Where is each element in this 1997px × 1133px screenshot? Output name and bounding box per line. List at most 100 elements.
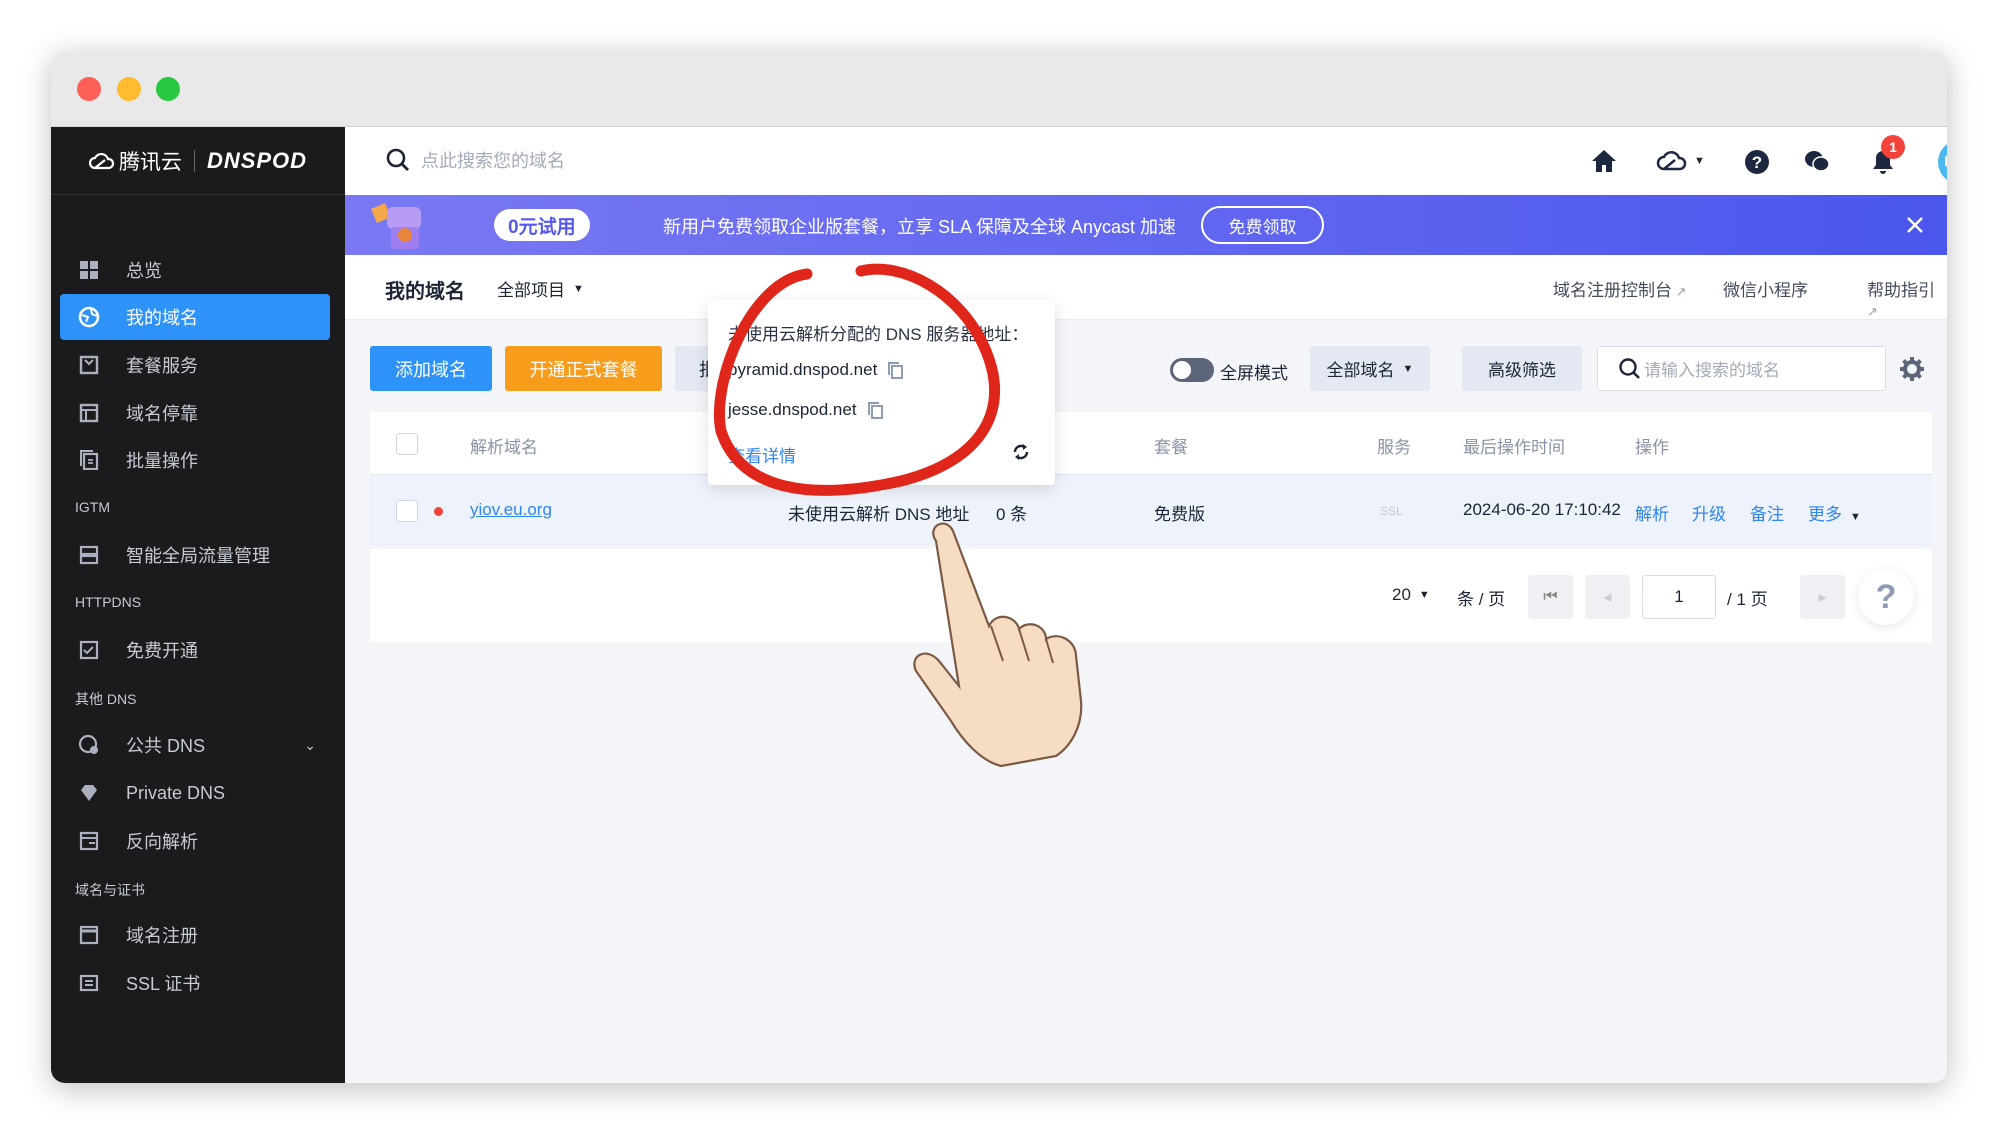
action-more[interactable]: 更多 ▼ — [1808, 500, 1861, 525]
sidebar-item-label: 免费开通 — [126, 641, 198, 661]
copy-icon[interactable] — [887, 361, 904, 379]
external-link-icon: ↗ — [1867, 304, 1878, 319]
globe-icon — [78, 306, 100, 328]
add-domain-button[interactable]: 添加域名 — [370, 346, 492, 391]
open-plan-button[interactable]: 开通正式套餐 — [505, 346, 662, 391]
sidebar: 腾讯云 DNSPOD 总览 我的域名 套餐服务 域名停靠 批量操作 IGTM 智… — [51, 127, 345, 1083]
popover-arrow — [873, 484, 891, 493]
copy-stack-icon — [78, 449, 100, 471]
last-op-time: 2024-06-20 17:10:42 — [1463, 500, 1621, 519]
window-icon — [78, 402, 100, 424]
view-details-link[interactable]: 查看详情 — [728, 442, 796, 467]
sidebar-item-igtm[interactable]: 智能全局流量管理 — [60, 532, 330, 578]
action-remark[interactable]: 备注 — [1750, 500, 1784, 525]
action-resolve[interactable]: 解析 — [1635, 500, 1669, 525]
sidebar-item-private-dns[interactable]: Private DNS — [60, 770, 330, 816]
search-icon — [386, 148, 409, 171]
page-input[interactable]: 1 — [1642, 575, 1716, 619]
copy-icon[interactable] — [867, 401, 883, 419]
server-icon — [78, 544, 100, 566]
sidebar-item-parking[interactable]: 域名停靠 — [60, 390, 330, 436]
sidebar-item-label: 套餐服务 — [126, 356, 198, 376]
fullscreen-toggle[interactable] — [1170, 358, 1214, 382]
project-filter-label: 全部项目 — [497, 281, 565, 300]
close-icon[interactable] — [1907, 217, 1923, 233]
status-dot — [434, 507, 443, 516]
refresh-icon[interactable] — [1012, 442, 1030, 462]
checkbox-window-icon — [78, 639, 100, 661]
header-actions: 操作 — [1635, 438, 1669, 457]
page-size-dropdown[interactable]: 20 ▼ — [1392, 585, 1430, 605]
domain-link[interactable]: yiov.eu.org — [470, 500, 552, 520]
avatar[interactable] — [1938, 140, 1947, 184]
global-search[interactable]: 点此搜索您的域名 — [385, 147, 565, 173]
sidebar-item-label: 域名注册 — [126, 926, 198, 946]
sidebar-item-public-dns[interactable]: 公共 DNS ⌄ — [60, 722, 330, 768]
ssl-service-badge[interactable]: SSL — [1380, 504, 1403, 518]
home-icon[interactable] — [1591, 149, 1617, 173]
header-plan: 套餐 — [1154, 438, 1188, 457]
pagination: 20 ▼ 条 / 页 ⏮ ◂ 1 / 1 页 ▸ ? — [370, 549, 1932, 642]
top-bar: 点此搜索您的域名 ▼ ? 1 — [345, 127, 1947, 195]
sidebar-item-free-activate[interactable]: 免费开通 — [60, 627, 330, 673]
link-label: 域名注册控制台 — [1553, 281, 1672, 300]
sidebar-item-reverse[interactable]: 反向解析 — [60, 818, 330, 864]
section-igtm: IGTM — [75, 499, 110, 515]
promo-banner: 0元试用 新用户免费领取企业版套餐，立享 SLA 保障及全球 Anycast 加… — [345, 195, 1947, 255]
chevron-down-icon: ⌄ — [304, 736, 316, 753]
project-filter-dropdown[interactable]: 全部项目 ▼ — [497, 276, 584, 301]
logo-cn: 腾讯云 — [118, 150, 182, 174]
dns-server-name: pyramid.dnspod.net — [728, 360, 878, 379]
sidebar-item-label: 公共 DNS — [126, 736, 206, 756]
prev-page-button[interactable]: ◂ — [1585, 575, 1630, 619]
link-help-guide[interactable]: 帮助指引 ↗ — [1867, 276, 1947, 321]
cloud-menu[interactable]: ▼ — [1656, 149, 1705, 173]
sidebar-item-overview[interactable]: 总览 — [60, 247, 330, 293]
sidebar-item-label: 智能全局流量管理 — [126, 546, 270, 566]
sidebar-item-my-domains[interactable]: 我的域名 — [60, 294, 330, 340]
total-pages-label: / 1 页 — [1727, 590, 1768, 609]
row-checkbox[interactable] — [396, 500, 418, 522]
wechat-icon[interactable] — [1804, 150, 1830, 172]
tencent-cloud-icon — [88, 152, 115, 169]
help-icon[interactable]: ? — [1745, 150, 1769, 174]
advanced-filter-button[interactable]: 高级筛选 — [1462, 346, 1582, 391]
link-registrar-console[interactable]: 域名注册控制台 ↗ — [1553, 276, 1687, 301]
sidebar-item-label: 批量操作 — [126, 451, 198, 471]
claim-button[interactable]: 免费领取 — [1201, 206, 1324, 244]
sidebar-item-domain-register[interactable]: 域名注册 — [60, 912, 330, 958]
sidebar-item-label: 我的域名 — [126, 308, 198, 328]
domain-filter-label: 全部域名 — [1326, 361, 1395, 380]
diamond-icon — [78, 782, 100, 804]
notification-badge: 1 — [1881, 135, 1905, 159]
settings-gear-icon[interactable] — [1899, 356, 1925, 382]
pointing-hand-icon — [913, 522, 1083, 768]
next-page-button[interactable]: ▸ — [1800, 575, 1845, 619]
section-other-dns: 其他 DNS — [75, 691, 137, 707]
close-window-button[interactable] — [77, 77, 101, 101]
banner-text: 新用户免费领取企业版套餐，立享 SLA 保障及全球 Anycast 加速 — [663, 217, 1177, 237]
caret-down-icon: ▼ — [573, 282, 584, 295]
help-float-icon[interactable]: ? — [1858, 569, 1914, 625]
sidebar-item-label: 反向解析 — [126, 832, 198, 852]
minimize-window-button[interactable] — [117, 77, 141, 101]
sidebar-item-batch[interactable]: 批量操作 — [60, 437, 330, 483]
page-subheader: 我的域名 全部项目 ▼ 域名注册控制台 ↗ 微信小程序 帮助指引 ↗ — [345, 255, 1947, 320]
dns-server-name: jesse.dnspod.net — [728, 400, 857, 419]
caret-down-icon: ▼ — [1850, 511, 1861, 523]
dns-server-popover: 未使用云解析分配的 DNS 服务器地址： pyramid.dnspod.net … — [708, 300, 1055, 493]
maximize-window-button[interactable] — [156, 77, 180, 101]
reverse-icon — [78, 830, 100, 852]
link-wechat-miniprogram[interactable]: 微信小程序 — [1723, 276, 1808, 301]
first-page-button[interactable]: ⏮ — [1528, 575, 1573, 619]
search-placeholder: 点此搜索您的域名 — [421, 151, 565, 171]
sidebar-item-plans[interactable]: 套餐服务 — [60, 342, 330, 388]
caret-down-icon: ▼ — [1402, 362, 1414, 375]
action-upgrade[interactable]: 升级 — [1692, 500, 1726, 525]
first-page-icon: ⏮ — [1543, 588, 1558, 605]
logo[interactable]: 腾讯云 DNSPOD — [51, 127, 345, 195]
domain-filter-dropdown[interactable]: 全部域名 ▼ — [1310, 346, 1430, 391]
sidebar-item-ssl[interactable]: SSL 证书 — [60, 960, 330, 1006]
select-all-checkbox[interactable] — [396, 433, 418, 455]
domain-search-input[interactable]: 请输入搜索的域名 — [1597, 346, 1886, 391]
